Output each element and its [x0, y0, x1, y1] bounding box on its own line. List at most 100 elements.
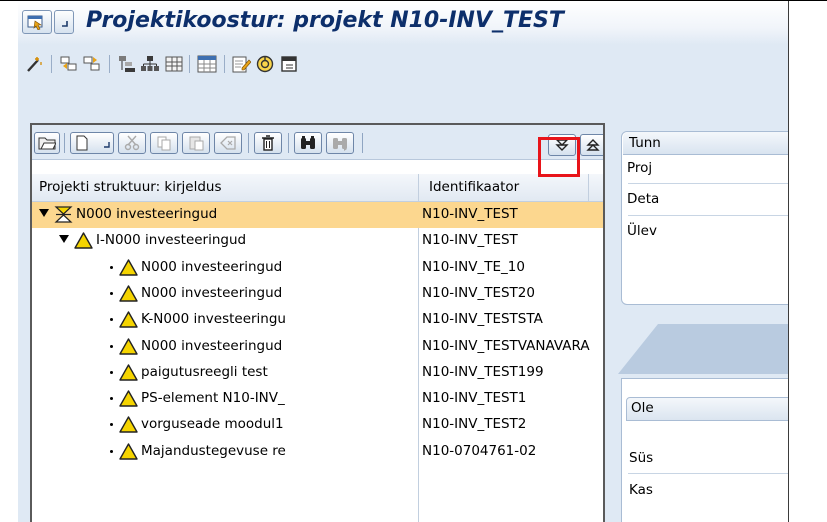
detail-row-divider — [628, 183, 788, 184]
tree-cell-identifier: N10-INV_TEST20 — [422, 284, 535, 301]
expand-arrow-icon[interactable] — [39, 209, 49, 217]
toolbar-separator — [288, 133, 289, 153]
detail-row-label: Deta — [627, 191, 660, 207]
tree-row[interactable]: PS-element N10-INV_ N10-INV_TEST1 — [32, 386, 603, 412]
dropdown-arrow-icon — [104, 142, 110, 148]
tree-row[interactable]: N000 investeeringud N10-INV_TEST — [32, 202, 603, 228]
wbs-element-icon — [119, 285, 138, 302]
wbs-element-icon — [119, 337, 138, 355]
tree-cell-description: I-N000 investeeringud — [32, 228, 418, 254]
title-menu-group[interactable] — [22, 9, 76, 35]
paste-icon[interactable] — [182, 132, 210, 154]
wbs-element-icon — [74, 232, 93, 249]
tree-cell-description: N000 investeeringud — [32, 281, 418, 307]
cut-icon[interactable] — [118, 132, 146, 154]
panel-toolbar — [32, 125, 603, 160]
column-divider — [588, 174, 589, 201]
hierarchy-icon[interactable] — [116, 53, 138, 75]
matrix-icon[interactable] — [163, 53, 185, 75]
tree-cell-identifier: N10-INV_TESTSTA — [422, 311, 543, 328]
toolbar-separator — [64, 133, 65, 153]
tree-row[interactable]: paigutusreegli test N10-INV_TEST199 — [32, 360, 603, 386]
leaf-bullet-icon — [110, 318, 113, 322]
tree-item-label: K-N000 investeeringu — [141, 311, 286, 328]
leaf-bullet-icon — [110, 397, 113, 401]
tree-cell-description: N000 investeeringud — [32, 255, 418, 281]
collapse-all-icon[interactable] — [580, 134, 603, 156]
copy-icon[interactable] — [150, 132, 178, 154]
tree-item-label: vorguseade moodul1 — [141, 416, 284, 433]
tree-cell-identifier: N10-INV_TE_10 — [422, 258, 525, 275]
expand-arrow-icon[interactable] — [59, 235, 69, 244]
tree-row[interactable]: I-N000 investeeringud N10-INV_TEST — [32, 228, 603, 254]
tree-cell-description: paigutusreegli test — [32, 360, 418, 386]
leaf-bullet-icon — [110, 449, 113, 453]
toolbar-separator — [51, 55, 52, 73]
open-folder-icon[interactable] — [34, 132, 60, 154]
exit-screen-icon[interactable] — [278, 53, 300, 75]
tree-cell-identifier: N10-INV_TESTVANAVARA — [422, 337, 590, 354]
wbs-element-icon — [119, 258, 138, 276]
detail-lower-tab-label[interactable]: Ole — [631, 400, 654, 416]
toolbar-separator — [362, 133, 363, 153]
switch-left-icon[interactable] — [58, 53, 80, 75]
find-next-icon[interactable] — [326, 132, 354, 154]
tree-cell-identifier: N10-INV_TEST — [422, 232, 518, 249]
tree-cell-identifier: N10-INV_TEST199 — [422, 363, 544, 380]
undo-icon[interactable] — [214, 132, 242, 154]
menu-icon[interactable] — [22, 10, 52, 34]
tree-item-label: paigutusreegli test — [141, 363, 268, 380]
tree-item-label: I-N000 investeeringud — [96, 232, 247, 249]
tree-item-label: PS-element N10-INV_ — [141, 390, 285, 407]
column-header-description[interactable]: Projekti struktuur: kirjeldus — [39, 179, 222, 195]
magic-wand-icon[interactable] — [24, 53, 46, 75]
right-border — [788, 1, 789, 522]
tree-cell-description: N000 investeeringud — [32, 334, 418, 360]
highlight-box — [538, 137, 580, 177]
toolbar-separator — [224, 55, 225, 73]
tree-row[interactable]: vorguseade moodul1 N10-INV_TEST2 — [32, 412, 603, 438]
tree-row[interactable]: Majandustegevuse re N10-0704761-02 — [32, 439, 603, 465]
tab-strip — [658, 324, 788, 374]
leaf-bullet-icon — [110, 265, 113, 269]
new-document-icon[interactable] — [70, 132, 114, 154]
leaf-bullet-icon — [110, 423, 113, 427]
wbs-element-icon — [119, 416, 138, 434]
detail-row-label: Proj — [627, 160, 653, 176]
column-header-identifier[interactable]: Identifikaator — [429, 179, 519, 195]
tree-cell-description: vorguseade moodul1 — [32, 412, 418, 438]
tree-item-label: Majandustegevuse re — [141, 442, 286, 459]
tree-row[interactable]: K-N000 investeeringu N10-INV_TESTSTA — [32, 307, 603, 333]
table-settings-icon[interactable] — [196, 53, 218, 75]
org-structure-icon[interactable] — [139, 53, 161, 75]
detail-row-label: Süs — [629, 450, 654, 466]
tree-row[interactable]: N000 investeeringud N10-INV_TE_10 — [32, 255, 603, 281]
document-edit-icon[interactable] — [230, 53, 252, 75]
delete-icon[interactable] — [254, 132, 282, 154]
find-icon[interactable] — [294, 132, 322, 154]
tree-item-label: N000 investeeringud — [141, 258, 283, 275]
tree-cell-identifier: N10-INV_TEST1 — [422, 390, 527, 407]
wbs-element-icon — [119, 311, 138, 328]
tree-row[interactable]: N000 investeeringud N10-INV_TEST20 — [32, 281, 603, 307]
tree-cell-description: N000 investeeringud — [32, 202, 418, 228]
tree-row[interactable]: N000 investeeringud N10-INV_TESTVANAVARA — [32, 334, 603, 360]
switch-right-icon[interactable] — [81, 53, 103, 75]
detail-row-divider — [628, 215, 788, 216]
dropdown-arrow-icon[interactable] — [54, 10, 74, 34]
tree-item-label: N000 investeeringud — [76, 206, 218, 222]
tree-column-header: Projekti struktuur: kirjeldus Identifika… — [32, 174, 603, 202]
leaf-bullet-icon — [110, 370, 113, 374]
wbs-element-icon — [119, 364, 138, 381]
toolbar-separator — [109, 55, 110, 73]
tree-cell-identifier: N10-INV_TEST — [422, 206, 518, 222]
page-title: Projektikoostur: projekt N10-INV_TEST — [86, 8, 564, 33]
toolbar-separator — [189, 55, 190, 73]
tree-cell-description: Majandustegevuse re — [32, 439, 418, 465]
detail-tab-label[interactable]: Tunn — [629, 135, 661, 151]
tab-strip-edge — [618, 324, 658, 374]
cycle-icon[interactable] — [254, 53, 276, 75]
leaf-bullet-icon — [110, 344, 113, 348]
title-bar: Projektikoostur: projekt N10-INV_TEST — [18, 1, 788, 45]
toolbar-separator — [248, 133, 249, 153]
